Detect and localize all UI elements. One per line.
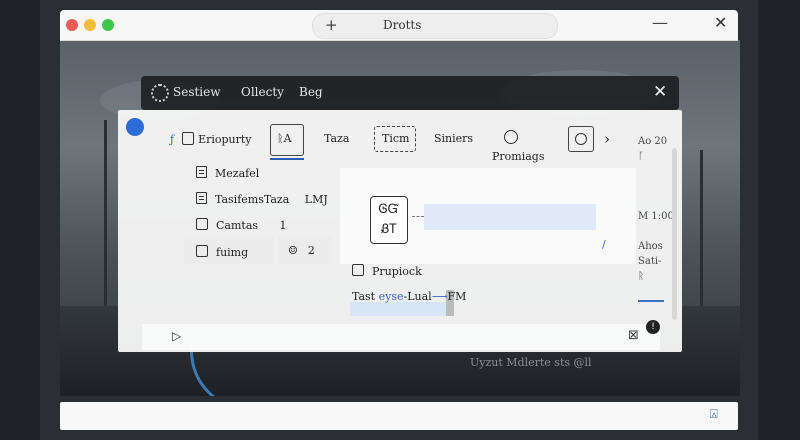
right-info-panel: Ao 20 ᚴ M 1:00 Ahos Sati- ᚱ	[638, 136, 674, 282]
info-icon[interactable]: !	[646, 320, 660, 334]
close-window-dot[interactable]	[66, 19, 78, 31]
bottom-input-bar[interactable]: ⍓	[60, 402, 738, 430]
checkbox[interactable]	[196, 218, 208, 230]
pen-icon[interactable]: /	[602, 238, 606, 251]
active-tab-indicator	[270, 158, 304, 160]
dialog-close-icon[interactable]: ✕	[653, 82, 667, 102]
app-icon	[151, 84, 169, 102]
checkbox[interactable]	[196, 245, 208, 257]
footer-caption: Uyzut Mdlerte sts @ll	[470, 356, 592, 369]
document-icon	[196, 166, 207, 178]
toolbar-item-taza[interactable]: Taza	[324, 132, 349, 145]
glyph-preview[interactable]: ᎶᏳ ᏰᎢ	[370, 196, 408, 244]
connector-line	[412, 216, 424, 217]
browser-tab[interactable]: + Drotts	[312, 13, 558, 39]
toolbar-item-edit[interactable]: ƒ Eriopurty	[170, 132, 252, 146]
badge: ☺ 2	[288, 244, 315, 257]
edit-icon: ƒ	[170, 133, 175, 146]
headset-icon	[575, 133, 587, 145]
maximize-window-dot[interactable]	[102, 19, 114, 31]
panel-footer: ▷ ⊠	[142, 324, 660, 350]
selection-bar[interactable]	[424, 204, 596, 230]
path-selection	[350, 302, 446, 316]
toolbar-item-promiags[interactable]: Promiags	[492, 130, 552, 164]
checkbox[interactable]	[352, 264, 364, 276]
option-checkbox-row[interactable]: Prupiock	[352, 264, 422, 278]
close-icon[interactable]: ✕	[714, 13, 727, 32]
image-icon[interactable]: ⊠	[628, 328, 639, 343]
right-panel-accent	[638, 300, 664, 302]
preview-canvas: ᎶᏳ ᏰᎢ /	[340, 168, 636, 264]
list-item[interactable]: Mezafel	[196, 166, 259, 180]
list-item[interactable]: Camtas 1	[196, 218, 287, 232]
font-icon: ᚱA	[277, 132, 292, 145]
play-icon[interactable]: ▷	[172, 329, 181, 343]
menu-item-ollecty[interactable]: Ollecty	[241, 85, 284, 99]
list-item[interactable]: fuimg	[196, 245, 248, 259]
toolbar-item-siniers[interactable]: Siniers	[434, 132, 473, 145]
toolbar-item-font[interactable]: ᚱA	[270, 124, 304, 156]
list-item[interactable]: TasifemsTaza LMJ	[196, 192, 328, 206]
new-tab-icon[interactable]: +	[325, 16, 338, 34]
path-text[interactable]: Tast eyse-Lual⟶FM	[352, 290, 466, 303]
smile-icon: ☺	[288, 244, 298, 257]
vertical-scrollbar[interactable]	[672, 148, 677, 320]
toolbar-item-ticm[interactable]: Ticm	[374, 126, 416, 152]
settings-button[interactable]	[568, 126, 594, 152]
app-logo-icon[interactable]	[126, 118, 144, 136]
dialog-header: Sestiew Ollecty Beg ✕	[141, 76, 679, 110]
document-icon	[196, 192, 207, 204]
profile-icon	[504, 130, 518, 144]
chevron-right-icon[interactable]: ›	[604, 130, 610, 148]
menu-item-sestiew[interactable]: Sestiew	[173, 85, 221, 99]
tab-title: Drotts	[383, 18, 422, 32]
browser-titlebar: + Drotts — ✕	[60, 10, 738, 41]
editor-panel: ƒ Eriopurty ᚱA Taza Ticm Siniers Promiags…	[118, 110, 682, 352]
menu-item-beg[interactable]: Beg	[299, 85, 323, 99]
minimize-icon[interactable]: —	[652, 13, 668, 32]
send-icon[interactable]: ⍓	[710, 407, 718, 422]
doc-edit-icon	[182, 132, 195, 145]
minimize-window-dot[interactable]	[84, 19, 96, 31]
